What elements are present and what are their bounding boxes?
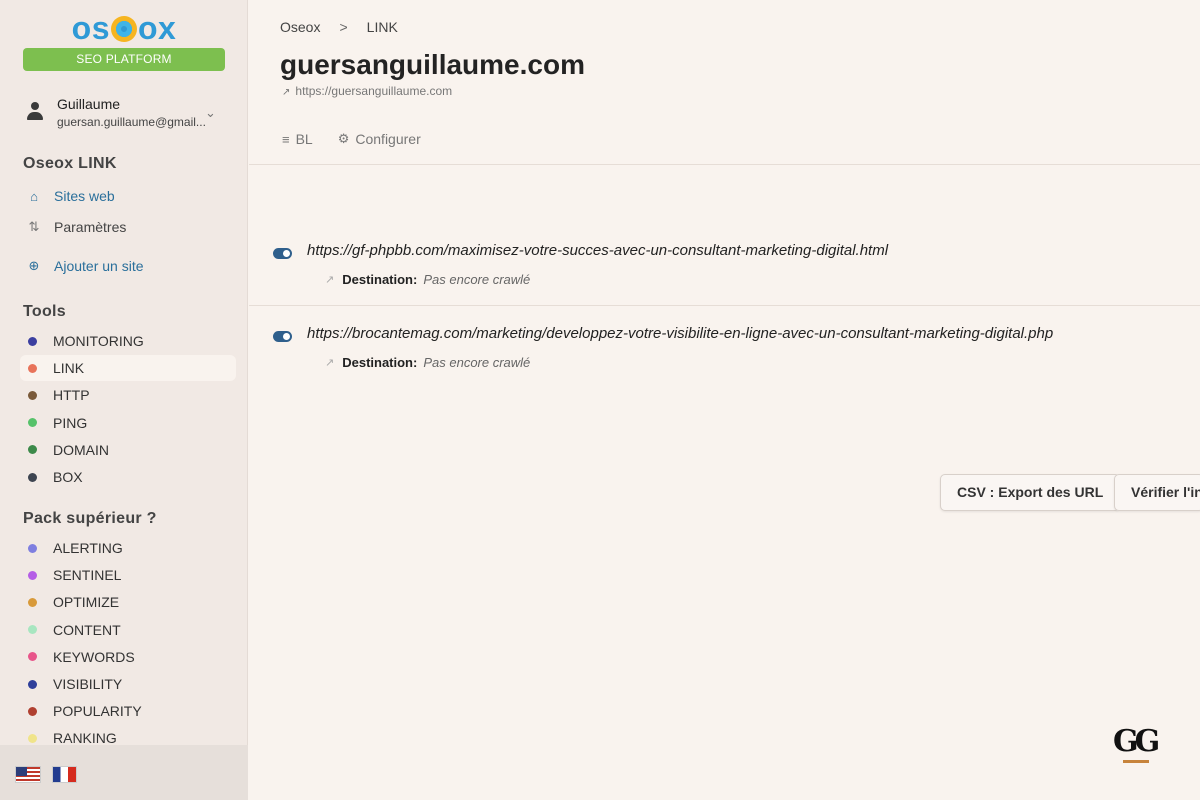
destination: ↗ Destination: Pas encore crawlé bbox=[325, 272, 530, 287]
tool-item-monitoring[interactable]: MONITORING bbox=[20, 328, 236, 354]
tool-item-sentinel[interactable]: SENTINEL bbox=[20, 562, 236, 588]
tool-item-box[interactable]: BOX bbox=[20, 464, 236, 490]
tab-bl[interactable]: ≡ BL bbox=[282, 131, 313, 147]
section-title-pack: Pack supérieur ? bbox=[23, 510, 157, 527]
destination-value: Pas encore crawlé bbox=[423, 272, 531, 287]
nav-ajouter-site[interactable]: ⊕ Ajouter un site bbox=[24, 258, 144, 274]
chevron-down-icon[interactable]: ⌄ bbox=[205, 105, 216, 121]
tab-label: Configurer bbox=[355, 131, 421, 147]
tool-label: POPULARITY bbox=[53, 703, 142, 720]
logo-underline bbox=[1123, 760, 1149, 763]
status-dot bbox=[28, 570, 37, 580]
status-dot bbox=[28, 625, 37, 635]
list-icon: ≡ bbox=[282, 131, 290, 147]
tool-label: VISIBILITY bbox=[53, 676, 123, 692]
tool-item-content[interactable]: CONTENT bbox=[20, 617, 236, 643]
tool-item-domain[interactable]: DOMAIN bbox=[20, 437, 236, 463]
destination-value: Pas encore crawlé bbox=[423, 355, 531, 370]
user-menu[interactable]: Guillaume guersan.guillaume@gmail... ⌄ bbox=[20, 92, 230, 132]
plus-circle-icon: ⊕ bbox=[28, 258, 40, 273]
external-link-icon[interactable]: ↗ bbox=[325, 273, 334, 286]
status-dot bbox=[28, 445, 37, 455]
tool-label: DOMAIN bbox=[53, 441, 109, 458]
csv-export-button[interactable]: CSV : Export des URL bbox=[940, 474, 1121, 511]
status-dot bbox=[28, 733, 37, 743]
tool-label: ALERTING bbox=[53, 540, 123, 556]
status-dot bbox=[28, 336, 37, 346]
breadcrumb-root[interactable]: Oseox bbox=[280, 19, 320, 35]
destination-label: Destination: bbox=[342, 272, 418, 287]
tool-label: KEYWORDS bbox=[53, 648, 135, 665]
page-title: guersanguillaume.com bbox=[280, 49, 585, 80]
link-toggle[interactable] bbox=[273, 248, 292, 259]
status-dot bbox=[28, 597, 37, 607]
external-link-icon[interactable]: ↗ bbox=[325, 356, 334, 369]
tab-bar: ≡ BL ⚙ Configurer bbox=[282, 131, 446, 147]
tool-item-visibility[interactable]: VISIBILITY bbox=[20, 671, 236, 697]
nav-sites-web[interactable]: ⌂ Sites web bbox=[24, 188, 115, 204]
sliders-icon: ⇅ bbox=[28, 219, 40, 234]
flag-us-icon[interactable] bbox=[15, 766, 41, 783]
tool-label: CONTENT bbox=[53, 621, 121, 638]
tool-label: BOX bbox=[53, 469, 83, 485]
site-url: https://guersanguillaume.com bbox=[295, 84, 453, 98]
nav-parametres[interactable]: ⇅ Paramètres bbox=[24, 219, 127, 235]
status-dot bbox=[28, 652, 37, 662]
tool-item-http[interactable]: HTTP bbox=[20, 382, 236, 408]
tool-item-keywords[interactable]: KEYWORDS bbox=[20, 644, 236, 670]
watermark-text: GG bbox=[1113, 724, 1160, 759]
link-url[interactable]: https://brocantemag.com/marketing/develo… bbox=[307, 325, 1053, 342]
sidebar: os ox SEO PLATFORM Guillaume guersan.guil… bbox=[0, 0, 248, 800]
tool-item-ping[interactable]: PING bbox=[20, 410, 236, 436]
nav-label: Sites web bbox=[54, 188, 115, 204]
language-bar bbox=[0, 745, 248, 800]
link-url[interactable]: https://gf-phpbb.com/maximisez-votre-suc… bbox=[307, 242, 888, 259]
status-dot bbox=[28, 543, 37, 553]
tool-item-link[interactable]: LINK bbox=[20, 355, 236, 382]
status-dot bbox=[28, 706, 37, 716]
section-title-link: Oseox LINK bbox=[23, 155, 117, 172]
tool-label: OPTIMIZE bbox=[53, 594, 120, 611]
status-dot bbox=[28, 390, 37, 400]
tool-label: SENTINEL bbox=[53, 567, 122, 584]
tool-label: MONITORING bbox=[53, 333, 144, 349]
tool-item-optimize[interactable]: OPTIMIZE bbox=[20, 589, 236, 615]
destination: ↗ Destination: Pas encore crawlé bbox=[325, 355, 530, 370]
tab-label: BL bbox=[295, 131, 313, 147]
home-icon: ⌂ bbox=[30, 188, 38, 204]
user-name: Guillaume bbox=[57, 96, 121, 112]
status-dot bbox=[28, 363, 37, 373]
divider bbox=[249, 164, 1200, 165]
tool-item-alerting[interactable]: ALERTING bbox=[20, 535, 236, 561]
chevron-right-icon: > bbox=[339, 19, 348, 35]
verify-button[interactable]: Vérifier l'ind bbox=[1114, 474, 1200, 511]
flag-fr-icon[interactable] bbox=[52, 766, 77, 783]
tool-label: HTTP bbox=[53, 387, 90, 404]
tool-label: LINK bbox=[53, 360, 85, 377]
seo-platform-badge[interactable]: SEO PLATFORM bbox=[23, 48, 225, 71]
tool-label: PING bbox=[53, 414, 88, 431]
tool-label: RANKING bbox=[53, 730, 117, 747]
tool-item-popularity[interactable]: POPULARITY bbox=[20, 698, 236, 724]
gear-icon: ⚙ bbox=[337, 131, 350, 146]
breadcrumb: Oseox > LINK bbox=[280, 19, 398, 35]
external-link-icon: ↗ bbox=[282, 87, 291, 98]
gg-logo: GG bbox=[1113, 724, 1160, 763]
nav-label: Paramètres bbox=[54, 219, 127, 235]
nav-label: Ajouter un site bbox=[54, 258, 144, 274]
tab-configurer[interactable]: ⚙ Configurer bbox=[338, 131, 421, 147]
destination-label: Destination: bbox=[342, 355, 418, 370]
status-dot bbox=[28, 472, 37, 482]
breadcrumb-current[interactable]: LINK bbox=[367, 19, 398, 35]
oseox-logo[interactable]: os ox bbox=[0, 10, 248, 47]
section-title-tools: Tools bbox=[23, 303, 66, 320]
site-url-link[interactable]: ↗ https://guersanguillaume.com bbox=[282, 84, 452, 98]
status-dot bbox=[28, 679, 37, 689]
user-icon bbox=[26, 101, 44, 121]
status-dot bbox=[28, 418, 37, 428]
user-email: guersan.guillaume@gmail... bbox=[57, 115, 206, 129]
link-toggle[interactable] bbox=[273, 331, 292, 342]
divider bbox=[249, 305, 1200, 306]
